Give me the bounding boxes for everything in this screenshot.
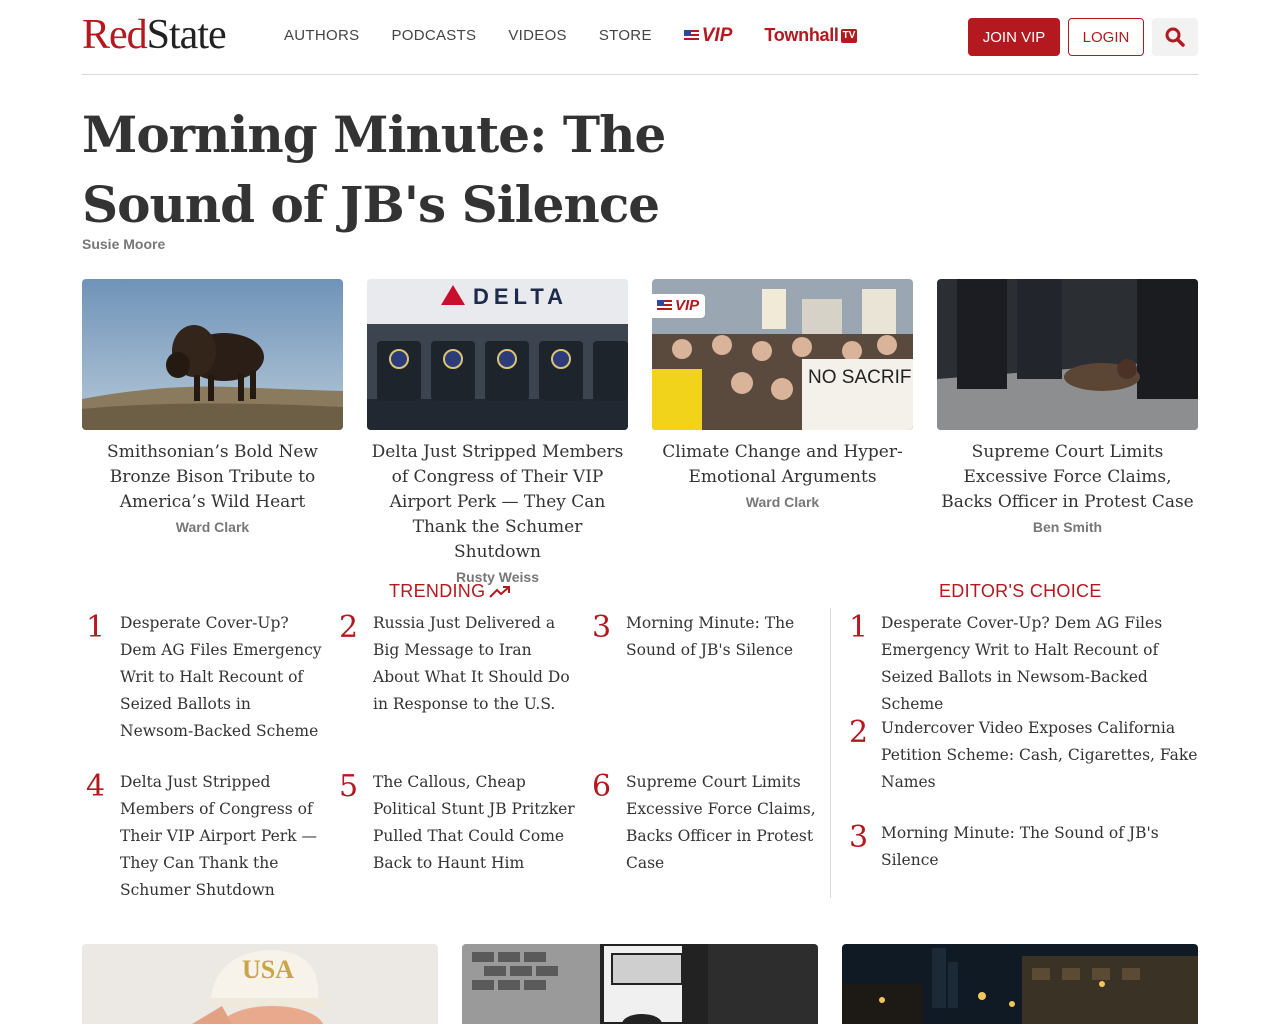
card-author[interactable]: Ward Clark	[82, 519, 343, 535]
building-door-image	[462, 944, 818, 1024]
trending-up-icon	[489, 585, 511, 598]
card-climate[interactable]: NO SACRIFI VIP Climate Change and Hyper-…	[652, 279, 913, 510]
editors-choice-rank: 3	[849, 820, 869, 855]
logo-red-text: Red	[82, 12, 148, 58]
editors-choice-item[interactable]: 1 Desperate Cover-Up? Dem AG Files Emerg…	[845, 610, 1198, 718]
card-title[interactable]: Climate Change and Hyper-Emotional Argum…	[652, 440, 913, 490]
search-icon	[1165, 27, 1185, 47]
trending-title[interactable]: Desperate Cover-Up? Dem AG Files Emergen…	[120, 610, 322, 745]
trending-rank: 1	[86, 610, 106, 645]
bottom-card-image[interactable]	[462, 944, 818, 1024]
article-author[interactable]: Susie Moore	[82, 236, 165, 252]
card-title[interactable]: Delta Just Stripped Members of Congress …	[367, 440, 628, 565]
logo-black-text: State	[146, 12, 227, 58]
editors-choice-rank: 1	[849, 610, 869, 645]
card-author[interactable]: Ben Smith	[937, 519, 1198, 535]
join-vip-button[interactable]: JOIN VIP	[968, 18, 1060, 56]
editors-choice-label: EDITOR'S CHOICE	[939, 581, 1102, 601]
nav-podcasts[interactable]: PODCASTS	[391, 26, 476, 46]
site-header: RedState AUTHORS PODCASTS VIDEOS STORE V…	[82, 0, 1198, 75]
trending-title[interactable]: Morning Minute: The Sound of JB's Silenc…	[626, 610, 828, 664]
flag-icon	[683, 29, 699, 42]
editors-choice-item[interactable]: 2 Undercover Video Exposes California Pe…	[845, 715, 1198, 796]
card-title[interactable]: Smithsonian’s Bold New Bronze Bison Trib…	[82, 440, 343, 515]
usa-cap-image: USA	[82, 944, 438, 1024]
city-night-image	[842, 944, 1198, 1024]
bottom-cards: USA	[82, 944, 1198, 1024]
nav-authors[interactable]: AUTHORS	[284, 26, 359, 46]
card-image-supreme-court[interactable]	[937, 279, 1198, 430]
trending-title[interactable]: The Callous, Cheap Political Stunt JB Pr…	[373, 769, 575, 877]
card-image-delta[interactable]: DELTA	[367, 279, 628, 430]
vip-badge-label: VIP	[675, 297, 700, 314]
section-divider	[830, 608, 831, 898]
vip-label: VIP	[701, 24, 733, 46]
bottom-card-image[interactable]: USA	[82, 944, 438, 1024]
trending-item[interactable]: 6 Supreme Court Limits Excessive Force C…	[588, 769, 828, 877]
trending-rank: 3	[592, 610, 612, 645]
trending-item[interactable]: 4 Delta Just Stripped Members of Congres…	[82, 769, 322, 904]
bison-image	[82, 279, 343, 430]
editors-choice-title[interactable]: Desperate Cover-Up? Dem AG Files Emergen…	[881, 610, 1198, 718]
editors-choice-heading: EDITOR'S CHOICE	[939, 581, 1102, 602]
trending-rank: 4	[86, 769, 106, 804]
trending-rank: 6	[592, 769, 612, 804]
trending-label: TRENDING	[389, 581, 486, 601]
card-author[interactable]: Ward Clark	[652, 494, 913, 510]
card-bison[interactable]: Smithsonian’s Bold New Bronze Bison Trib…	[82, 279, 343, 535]
card-image-bison[interactable]	[82, 279, 343, 430]
trending-item[interactable]: 1 Desperate Cover-Up? Dem AG Files Emerg…	[82, 610, 322, 745]
trending-title[interactable]: Delta Just Stripped Members of Congress …	[120, 769, 322, 904]
protest-sign-text: NO SACRIFI	[808, 367, 913, 388]
trending-item[interactable]: 3 Morning Minute: The Sound of JB's Sile…	[588, 610, 828, 664]
trending-title[interactable]: Russia Just Delivered a Big Message to I…	[373, 610, 575, 718]
tv-badge: TV	[840, 28, 858, 43]
trending-rank: 5	[339, 769, 359, 804]
trending-title[interactable]: Supreme Court Limits Excessive Force Cla…	[626, 769, 828, 877]
search-button[interactable]	[1152, 18, 1198, 56]
townhall-label: Townhall	[764, 25, 839, 45]
editors-choice-title[interactable]: Morning Minute: The Sound of JB's Silenc…	[881, 820, 1198, 874]
trending-rank: 2	[339, 610, 359, 645]
editors-choice-title[interactable]: Undercover Video Exposes California Peti…	[881, 715, 1198, 796]
redstate-logo[interactable]: RedState	[82, 12, 227, 58]
flag-icon	[657, 300, 672, 312]
login-button[interactable]: LOGIN	[1068, 18, 1144, 56]
cap-text: USA	[242, 955, 294, 984]
vip-badge: VIP	[652, 294, 706, 318]
card-title[interactable]: Supreme Court Limits Excessive Force Cla…	[937, 440, 1198, 515]
article-title: Morning Minute: The Sound of JB's Silenc…	[82, 105, 666, 234]
nav-vip[interactable]: VIP	[683, 24, 733, 46]
trending-item[interactable]: 2 Russia Just Delivered a Big Message to…	[335, 610, 575, 718]
editors-choice-rank: 2	[849, 715, 869, 750]
bottom-card-image[interactable]	[842, 944, 1198, 1024]
editors-choice-item[interactable]: 3 Morning Minute: The Sound of JB's Sile…	[845, 820, 1198, 874]
trending-heading: TRENDING	[389, 581, 511, 602]
police-image	[937, 279, 1198, 430]
delta-sign-text: DELTA	[473, 284, 568, 309]
nav-store[interactable]: STORE	[599, 26, 652, 46]
card-image-climate[interactable]: NO SACRIFI VIP	[652, 279, 913, 430]
main-nav: AUTHORS PODCASTS VIDEOS STORE VIP Townha…	[284, 24, 858, 46]
nav-townhall-tv[interactable]: Townhall TV	[764, 25, 858, 46]
card-supreme-court[interactable]: Supreme Court Limits Excessive Force Cla…	[937, 279, 1198, 535]
delta-image: DELTA	[367, 279, 628, 430]
card-delta[interactable]: DELTA Delta Just Stripped Members of Con…	[367, 279, 628, 585]
trending-item[interactable]: 5 The Callous, Cheap Political Stunt JB …	[335, 769, 575, 877]
nav-videos[interactable]: VIDEOS	[508, 26, 566, 46]
